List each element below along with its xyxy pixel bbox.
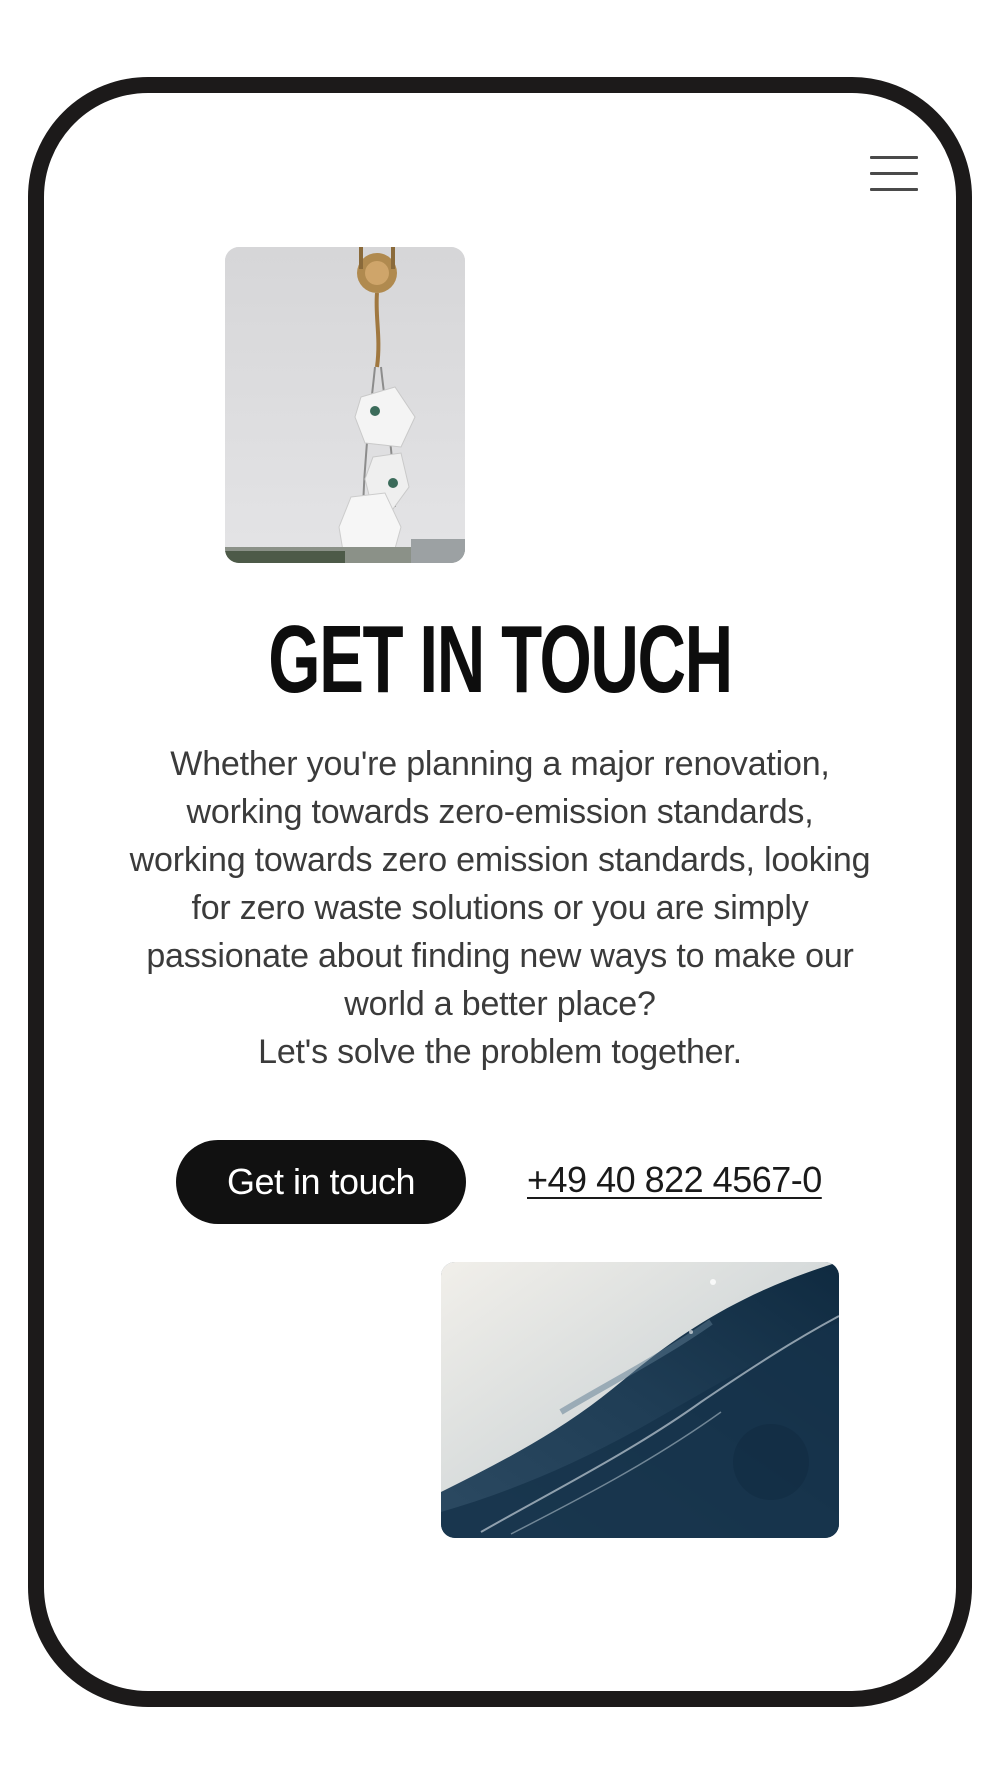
get-in-touch-button[interactable]: Get in touch — [176, 1140, 466, 1224]
intro-line: for zero waste solutions or you are simp… — [191, 889, 809, 927]
ocean-wave-illustration — [441, 1262, 839, 1538]
intro-line: world a better place? — [344, 985, 656, 1023]
phone-number-link[interactable]: +49 40 822 4567-0 — [527, 1159, 822, 1201]
menu-line-middle — [870, 172, 918, 175]
page-title: GET IN TOUCH — [268, 606, 733, 713]
menu-line-top — [870, 156, 918, 159]
ocean-wave-photo — [441, 1262, 839, 1538]
phone-frame: GET IN TOUCH Whether you're planning a m… — [28, 77, 972, 1707]
crane-hook-photo — [225, 247, 465, 563]
intro-line: passionate about finding new ways to mak… — [146, 937, 854, 975]
hamburger-menu-icon[interactable] — [870, 154, 920, 194]
intro-line: working towards zero emission standards,… — [129, 841, 871, 879]
crane-hook-illustration — [225, 247, 465, 563]
intro-line: Let's solve the problem together. — [258, 1033, 742, 1071]
intro-line: Whether you're planning a major renovati… — [170, 745, 830, 783]
intro-line: working towards zero-emission standards, — [186, 793, 814, 831]
menu-line-bottom — [870, 188, 918, 191]
intro-paragraph: Whether you're planning a major renovati… — [74, 740, 926, 1076]
